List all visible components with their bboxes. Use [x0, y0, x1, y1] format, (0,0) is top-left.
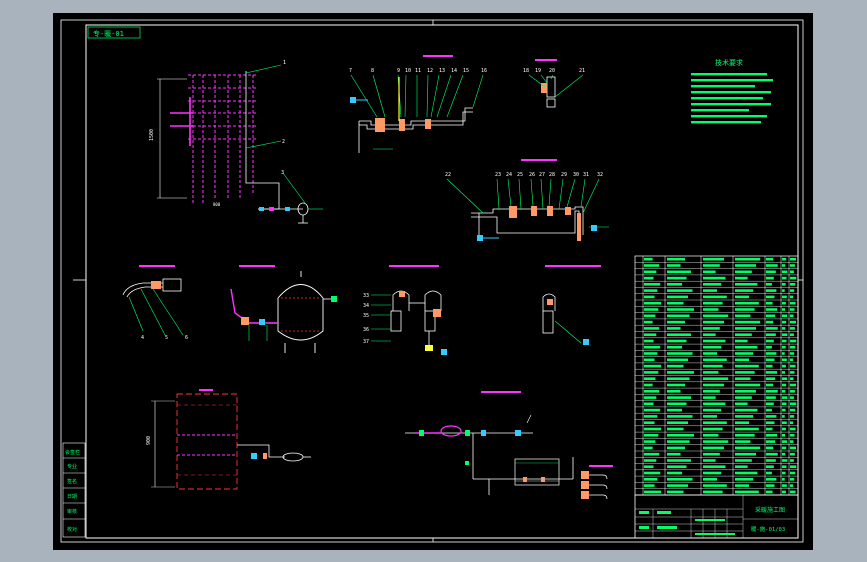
- svg-text:13: 13: [439, 68, 445, 74]
- svg-text:22: 22: [445, 172, 451, 178]
- radiator-grid-view: 1500 1 2 3 800: [149, 60, 323, 224]
- piping-schematic: [405, 391, 613, 500]
- svg-text:37: 37: [363, 339, 369, 345]
- svg-text:4: 4: [141, 335, 144, 341]
- vessel-plan-view: 900: [146, 389, 311, 490]
- svg-text:31: 31: [583, 172, 589, 178]
- valve-assembly-right: [542, 265, 601, 345]
- cad-drawing-viewport[interactable]: 专-暖-01 会签栏 专业 签名 日期 审核 校对 1500 1 2 3 800…: [53, 13, 813, 550]
- svg-text:36: 36: [363, 327, 369, 333]
- svg-text:26: 26: [529, 172, 535, 178]
- label-proofread: 校对: [67, 526, 77, 533]
- pipe-assembly-a: 7 8 9 10 11 12 13 14 15 16: [349, 55, 487, 153]
- label-date: 日期: [67, 494, 77, 500]
- parts-list-table: [634, 255, 799, 496]
- svg-text:33: 33: [363, 293, 369, 299]
- pipe-assembly-b: 22 23 24 25 26 27 28 29 30 31 32: [445, 159, 609, 241]
- svg-text:1500: 1500: [149, 129, 155, 141]
- cad-drawing: 专-暖-01 会签栏 专业 签名 日期 审核 校对 1500 1 2 3 800…: [60, 19, 804, 543]
- svg-text:11: 11: [415, 68, 421, 74]
- svg-text:32: 32: [597, 172, 603, 178]
- svg-text:15: 15: [463, 68, 469, 74]
- svg-text:28: 28: [549, 172, 555, 178]
- svg-text:12: 12: [427, 68, 433, 74]
- svg-text:29: 29: [561, 172, 567, 178]
- svg-text:21: 21: [579, 68, 585, 74]
- svg-text:19: 19: [535, 68, 541, 74]
- valve-assembly-left: 33 34 35 36 37: [363, 265, 447, 355]
- left-label-column: 会签栏 专业 签名 日期 审核 校对: [62, 442, 86, 538]
- svg-text:23: 23: [495, 172, 501, 178]
- svg-text:16: 16: [481, 68, 487, 74]
- label-countersign: 会签栏: [65, 449, 80, 456]
- svg-text:20: 20: [549, 68, 555, 74]
- label-discipline: 专业: [67, 463, 77, 470]
- svg-text:1: 1: [283, 60, 286, 66]
- svg-text:6: 6: [185, 335, 188, 341]
- valve-detail-top: 18 19 20 21: [523, 59, 585, 108]
- svg-text:3: 3: [281, 170, 284, 176]
- svg-text:24: 24: [506, 172, 512, 178]
- svg-text:14: 14: [451, 68, 457, 74]
- drawing-title: 采暖施工图: [755, 506, 785, 514]
- svg-text:900: 900: [146, 436, 152, 445]
- svg-text:30: 30: [573, 172, 579, 178]
- svg-text:7: 7: [349, 68, 352, 74]
- expansion-tank-detail: [230, 265, 337, 353]
- svg-text:27: 27: [539, 172, 545, 178]
- label-review: 审核: [67, 508, 77, 515]
- drawing-number: 暖-施-01/03: [751, 525, 785, 533]
- svg-text:9: 9: [397, 68, 400, 74]
- svg-text:25: 25: [517, 172, 523, 178]
- svg-text:5: 5: [165, 335, 168, 341]
- svg-text:8: 8: [371, 68, 374, 74]
- title-block: 采暖施工图 暖-施-01/03: [634, 494, 799, 539]
- svg-text:2: 2: [282, 139, 285, 145]
- svg-text:18: 18: [523, 68, 529, 74]
- svg-text:10: 10: [405, 68, 411, 74]
- curved-fitting-detail: 4 5 6: [122, 265, 188, 341]
- tech-notes-block: 技术要求: [691, 58, 773, 124]
- svg-text:34: 34: [363, 303, 369, 309]
- svg-text:35: 35: [363, 313, 369, 319]
- label-signature: 签名: [67, 478, 77, 485]
- svg-text:800: 800: [213, 202, 221, 207]
- drawing-tag: 专-暖-01: [93, 29, 124, 38]
- tech-notes-title: 技术要求: [715, 58, 743, 67]
